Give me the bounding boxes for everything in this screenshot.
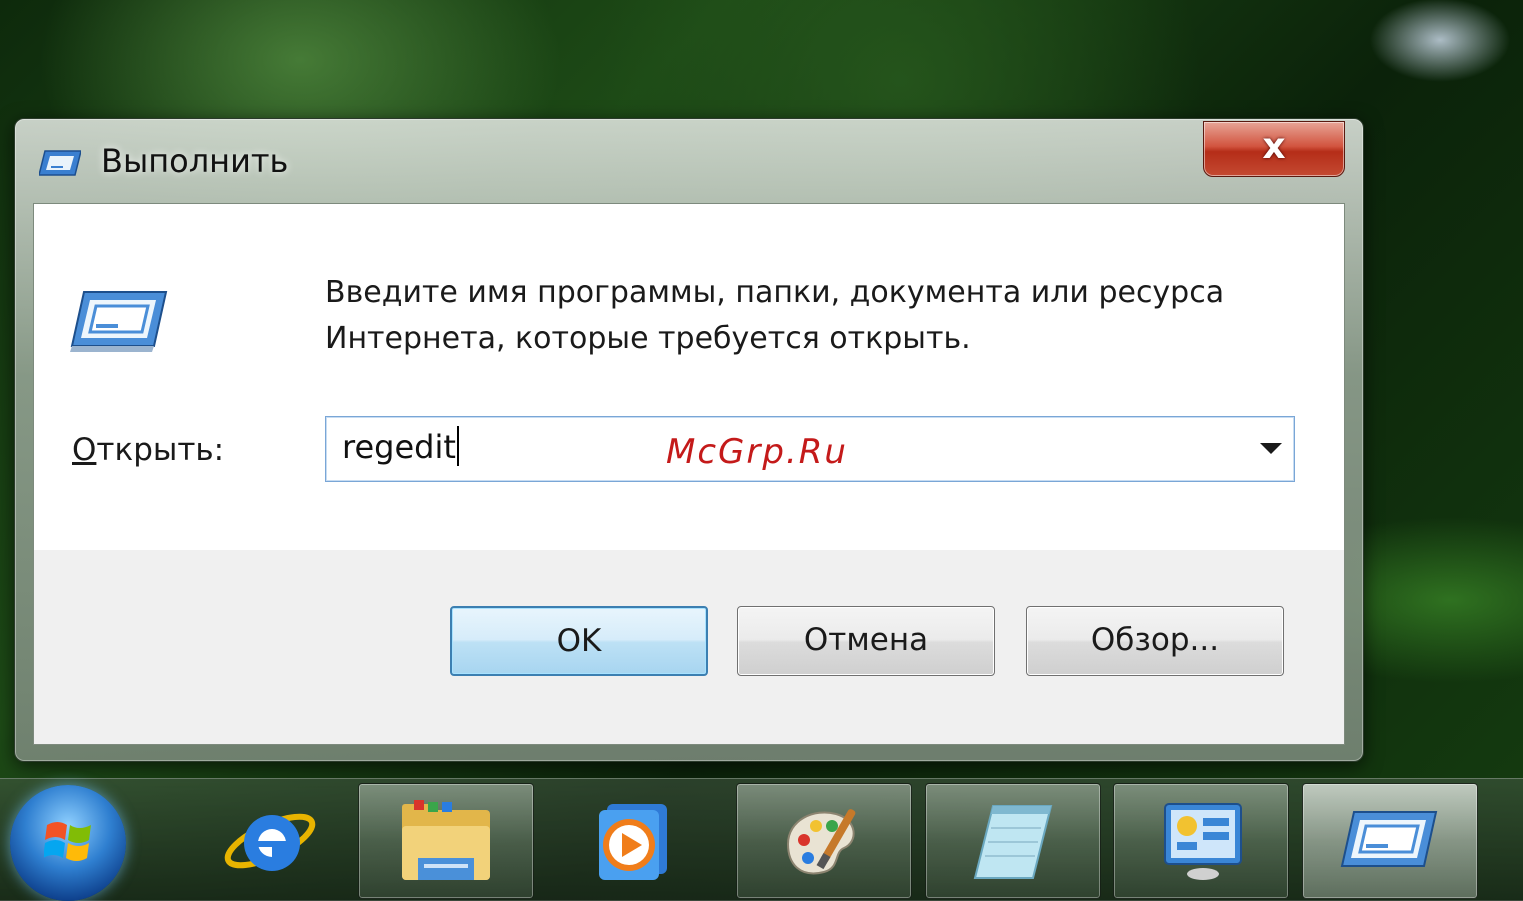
taskbar-ie[interactable]	[182, 783, 358, 899]
dialog-client-area: Введите имя программы, папки, документа …	[33, 203, 1345, 745]
taskbar	[0, 778, 1523, 901]
media-player-icon	[599, 804, 667, 880]
taskbar-explorer[interactable]	[358, 783, 534, 899]
watermark-text: McGrp.Ru	[666, 432, 848, 472]
taskbar-paint[interactable]	[736, 783, 912, 899]
start-button[interactable]	[10, 785, 126, 901]
taskbar-control-panel[interactable]	[1113, 783, 1289, 899]
notepad-icon	[973, 805, 1053, 879]
control-panel-icon	[1164, 803, 1242, 880]
run-dialog-icon	[1340, 811, 1438, 867]
dropdown-arrow-icon[interactable]	[1260, 443, 1282, 454]
window-title: Выполнить	[101, 142, 289, 180]
run-dialog-window: Выполнить x Введите имя программы, папки…	[14, 118, 1364, 762]
windows-explorer-icon	[402, 800, 490, 880]
ok-button[interactable]: OK	[450, 606, 708, 676]
instruction-text: Введите имя программы, папки, документа …	[325, 275, 1225, 356]
windows-start-icon	[44, 822, 91, 861]
command-value: regedit	[342, 428, 456, 466]
command-input[interactable]: regedit	[342, 425, 459, 469]
taskbar-media-player[interactable]	[546, 783, 722, 899]
open-label-accelerator: О	[72, 432, 97, 468]
taskbar-run-dialog[interactable]	[1302, 783, 1478, 899]
cancel-button[interactable]: Отмена	[737, 606, 995, 676]
taskbar-notepad[interactable]	[925, 783, 1101, 899]
internet-explorer-icon	[224, 813, 316, 871]
run-large-icon	[70, 291, 168, 352]
text-caret	[456, 426, 459, 466]
open-label: Открыть:	[72, 428, 224, 472]
title-bar[interactable]: Выполнить x	[15, 119, 1363, 201]
open-label-text: ткрыть:	[96, 432, 225, 468]
paint-icon	[786, 809, 856, 875]
browse-button[interactable]: Обзор...	[1026, 606, 1284, 676]
run-app-icon	[39, 150, 81, 176]
close-button[interactable]: x	[1203, 121, 1345, 177]
